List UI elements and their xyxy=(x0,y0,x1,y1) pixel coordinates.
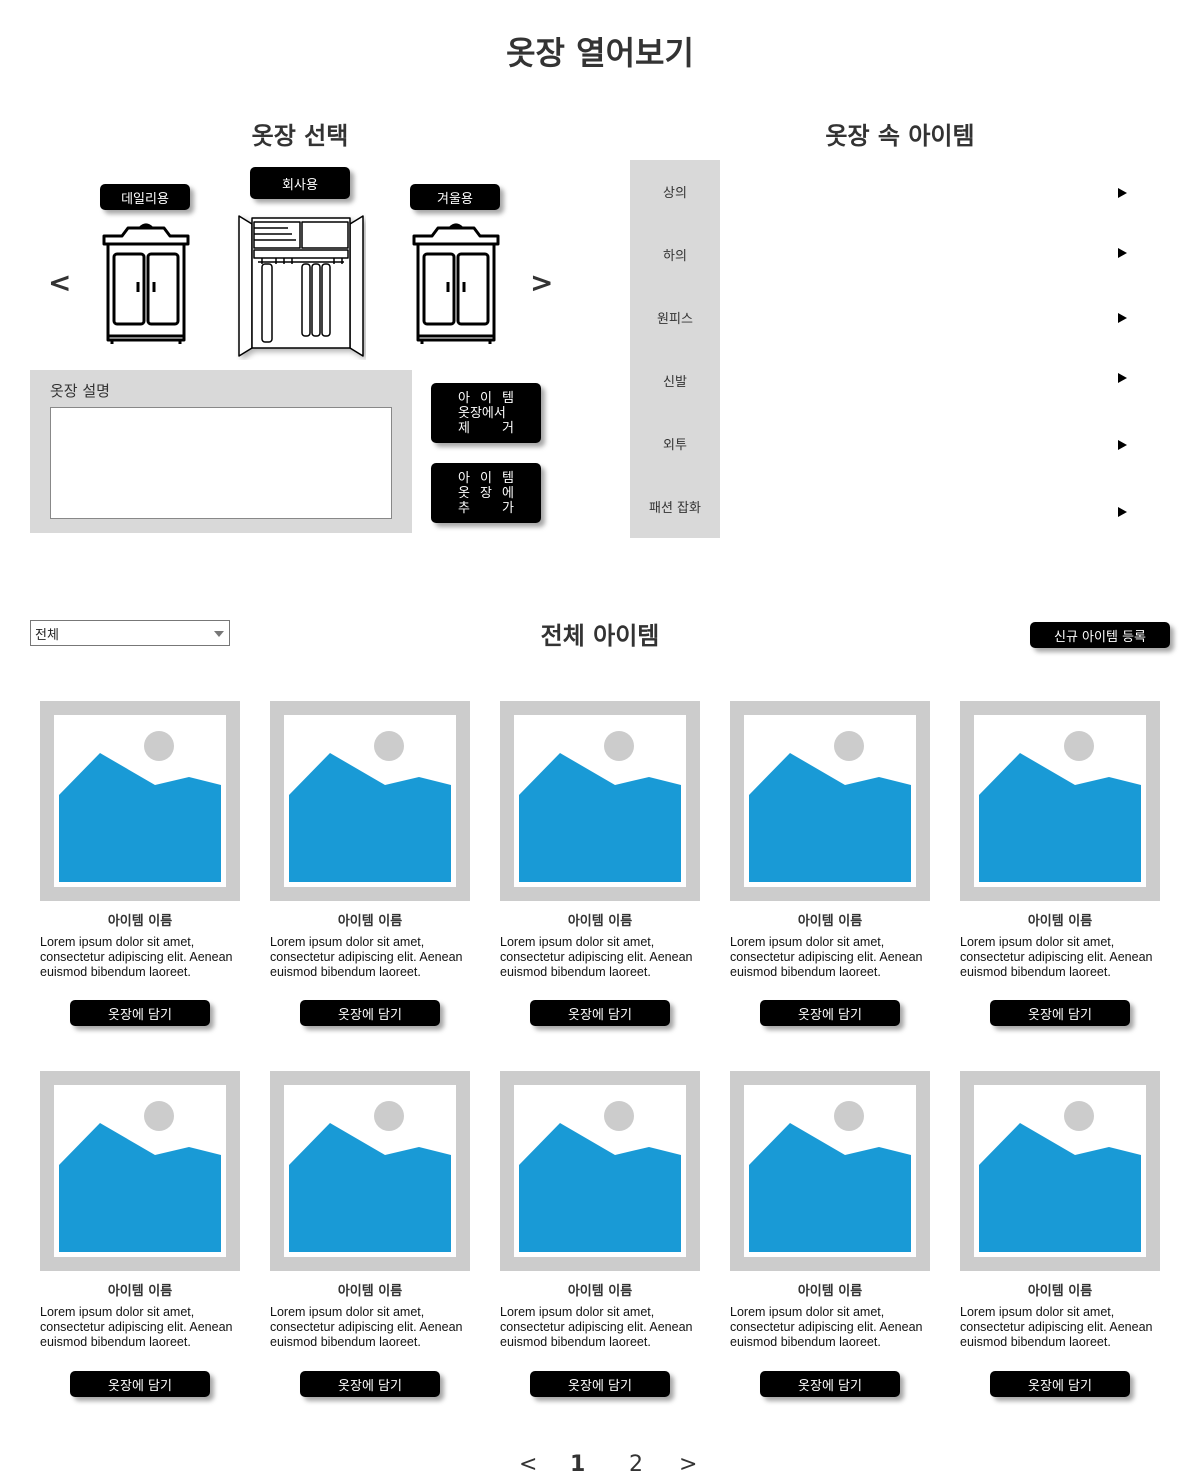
item-name: 아이템 이름 xyxy=(567,914,633,929)
closet-description-textarea[interactable] xyxy=(50,407,392,519)
expand-dresses-icon[interactable] xyxy=(1118,313,1127,323)
item-description: Lorem ipsum dolor sit amet, consectetur … xyxy=(500,1305,693,1349)
item-image[interactable] xyxy=(730,701,930,901)
item-image[interactable] xyxy=(500,701,700,901)
item-card: 아이템 이름 Lorem ipsum dolor sit amet, consec… xyxy=(500,1071,700,1397)
item-description: Lorem ipsum dolor sit amet, consectetur … xyxy=(40,1305,233,1349)
item-name: 아이템 이름 xyxy=(337,1284,403,1299)
image-placeholder-icon xyxy=(519,1101,681,1252)
item-card: 아이템 이름 Lorem ipsum dolor sit amet, consec… xyxy=(730,1071,930,1397)
item-card: 아이템 이름 Lorem ipsum dolor sit amet, consec… xyxy=(500,701,700,1026)
category-tops[interactable]: 상의 xyxy=(630,182,720,201)
image-placeholder-icon xyxy=(289,731,451,882)
closet-tab-winter[interactable]: 겨울용 xyxy=(410,184,500,210)
item-image[interactable] xyxy=(270,1071,470,1271)
item-description: Lorem ipsum dolor sit amet, consectetur … xyxy=(730,935,923,979)
item-description: Lorem ipsum dolor sit amet, consectetur … xyxy=(270,1305,463,1349)
category-accessories[interactable]: 패션 잡화 xyxy=(630,497,720,516)
pagination-prev-button[interactable]: < xyxy=(519,1452,537,1477)
category-panel xyxy=(630,160,720,538)
item-name: 아이템 이름 xyxy=(567,1284,633,1299)
image-placeholder-icon xyxy=(749,1101,911,1252)
item-description: Lorem ipsum dolor sit amet, consectetur … xyxy=(500,935,693,979)
item-card: 아이템 이름 Lorem ipsum dolor sit amet, consec… xyxy=(960,701,1160,1026)
image-placeholder-icon xyxy=(289,1101,451,1252)
item-name: 아이템 이름 xyxy=(797,1284,863,1299)
add-to-closet-button[interactable]: 옷장에 담기 xyxy=(760,1000,900,1026)
closet-tab-daily[interactable]: 데일리용 xyxy=(100,184,190,210)
expand-tops-icon[interactable] xyxy=(1118,188,1127,198)
item-card: 아이템 이름 Lorem ipsum dolor sit amet, consec… xyxy=(960,1071,1160,1397)
filter-selected-value: 전체 xyxy=(35,628,59,643)
closet-description-panel: 옷장 설명 xyxy=(30,370,412,533)
expand-bottoms-icon[interactable] xyxy=(1118,248,1127,258)
add-to-closet-button[interactable]: 옷장에 담기 xyxy=(70,1000,210,1026)
item-name: 아이템 이름 xyxy=(1027,914,1093,929)
add-to-closet-button[interactable]: 옷장에 담기 xyxy=(990,1371,1130,1397)
add-to-closet-button[interactable]: 옷장에 담기 xyxy=(760,1371,900,1397)
item-image[interactable] xyxy=(960,701,1160,901)
item-card: 아이템 이름 Lorem ipsum dolor sit amet, consec… xyxy=(40,701,240,1026)
add-to-closet-button[interactable]: 옷장에 담기 xyxy=(300,1000,440,1026)
item-image[interactable] xyxy=(270,701,470,901)
image-placeholder-icon xyxy=(979,731,1141,882)
closet-prev-button[interactable]: < xyxy=(48,266,71,299)
image-placeholder-icon xyxy=(979,1101,1141,1252)
category-shoes[interactable]: 신발 xyxy=(630,371,720,390)
item-image[interactable] xyxy=(40,1071,240,1271)
expand-shoes-icon[interactable] xyxy=(1118,373,1127,383)
add-to-closet-button[interactable]: 옷장에 담기 xyxy=(300,1371,440,1397)
category-dresses[interactable]: 원피스 xyxy=(630,308,720,327)
add-to-closet-button[interactable]: 옷장에 담기 xyxy=(70,1371,210,1397)
image-placeholder-icon xyxy=(59,1101,221,1252)
add-to-closet-button[interactable]: 옷장에 담기 xyxy=(530,1000,670,1026)
closet-next-button[interactable]: > xyxy=(530,266,553,299)
category-outerwear[interactable]: 외투 xyxy=(630,434,720,453)
closet-tab-office[interactable]: 회사용 xyxy=(250,167,350,199)
image-placeholder-icon xyxy=(59,731,221,882)
item-description: Lorem ipsum dolor sit amet, consectetur … xyxy=(730,1305,923,1349)
item-image[interactable] xyxy=(500,1071,700,1271)
image-placeholder-icon xyxy=(519,731,681,882)
item-name: 아이템 이름 xyxy=(1027,1284,1093,1299)
item-card: 아이템 이름 Lorem ipsum dolor sit amet, consec… xyxy=(40,1071,240,1397)
category-filter-select[interactable]: 전체 xyxy=(30,620,230,646)
all-items-title: 전체 아이템 xyxy=(540,622,660,650)
item-description: Lorem ipsum dolor sit amet, consectetur … xyxy=(40,935,233,979)
chevron-down-icon xyxy=(214,631,224,637)
add-to-closet-button[interactable]: 옷장에 담기 xyxy=(530,1371,670,1397)
closet-select-title: 옷장 선택 xyxy=(251,122,349,150)
add-to-closet-button[interactable]: 옷장에 담기 xyxy=(990,1000,1130,1026)
closet-description-label: 옷장 설명 xyxy=(50,382,110,400)
item-card: 아이템 이름 Lorem ipsum dolor sit amet, consec… xyxy=(270,701,470,1026)
wardrobe-closed-icon[interactable] xyxy=(410,222,502,348)
pagination-page-1[interactable]: 1 xyxy=(570,1452,585,1477)
expand-outerwear-icon[interactable] xyxy=(1118,440,1127,450)
item-name: 아이템 이름 xyxy=(107,1284,173,1299)
add-item-to-closet-button[interactable]: 아 이 템 옷 장 에 추 가 xyxy=(431,463,541,523)
item-description: Lorem ipsum dolor sit amet, consectetur … xyxy=(960,935,1153,979)
closet-items-title: 옷장 속 아이템 xyxy=(825,122,975,150)
pagination-next-button[interactable]: > xyxy=(679,1452,697,1477)
item-description: Lorem ipsum dolor sit amet, consectetur … xyxy=(270,935,463,979)
item-description: Lorem ipsum dolor sit amet, consectetur … xyxy=(960,1305,1153,1349)
page-title: 옷장 열어보기 xyxy=(506,34,694,72)
item-image[interactable] xyxy=(960,1071,1160,1271)
item-name: 아이템 이름 xyxy=(337,914,403,929)
item-image[interactable] xyxy=(730,1071,930,1271)
expand-accessories-icon[interactable] xyxy=(1118,507,1127,517)
wardrobe-open-icon[interactable] xyxy=(236,212,366,360)
item-card: 아이템 이름 Lorem ipsum dolor sit amet, consec… xyxy=(730,701,930,1026)
item-name: 아이템 이름 xyxy=(797,914,863,929)
item-image[interactable] xyxy=(40,701,240,901)
image-placeholder-icon xyxy=(749,731,911,882)
item-card: 아이템 이름 Lorem ipsum dolor sit amet, consec… xyxy=(270,1071,470,1397)
category-bottoms[interactable]: 하의 xyxy=(630,245,720,264)
remove-item-from-closet-button[interactable]: 아 이 템 옷장에서 제 거 xyxy=(431,383,541,443)
item-name: 아이템 이름 xyxy=(107,914,173,929)
register-new-item-button[interactable]: 신규 아이템 등록 xyxy=(1030,622,1170,648)
pagination-page-2[interactable]: 2 xyxy=(629,1452,643,1477)
wardrobe-closed-icon[interactable] xyxy=(100,222,192,348)
